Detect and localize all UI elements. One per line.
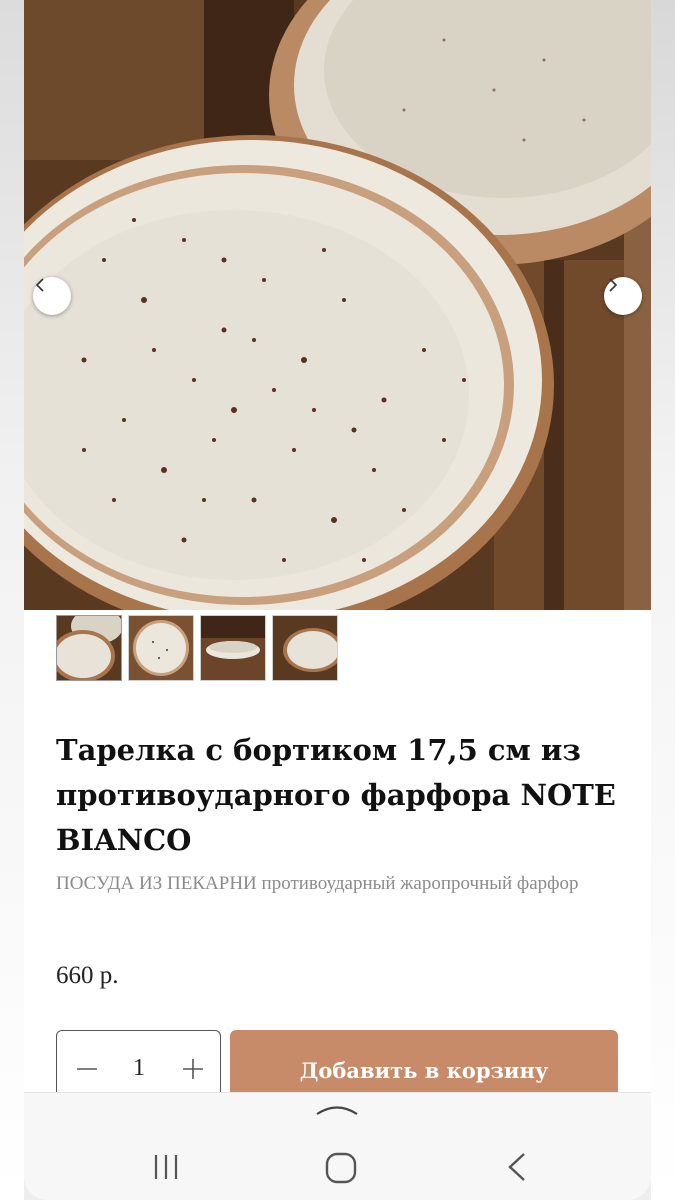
- product-title: Тарелка с бортиком 17,5 см из противоуда…: [56, 733, 616, 857]
- plus-icon[interactable]: [181, 1057, 205, 1081]
- screen-right-edge: [651, 0, 675, 1200]
- system-navigation-bar: [24, 1092, 651, 1200]
- product-subtitle: ПОСУДА ИЗ ПЕКАРНИ противоударный жаропро…: [56, 873, 579, 894]
- chevron-left-icon: [35, 278, 44, 292]
- previous-image-button[interactable]: [33, 277, 71, 315]
- back-icon[interactable]: [502, 1151, 532, 1183]
- thumbnail-4[interactable]: [272, 615, 338, 681]
- screen-left-edge: [0, 0, 24, 1200]
- product-page: Тарелка с бортиком 17,5 см из противоуда…: [24, 0, 651, 1200]
- chevron-up-icon[interactable]: [314, 1103, 360, 1117]
- product-price: 660 р.: [56, 962, 119, 989]
- thumbnail-2[interactable]: [128, 615, 194, 681]
- minus-icon[interactable]: [75, 1057, 99, 1081]
- thumbnail-3[interactable]: [200, 615, 266, 681]
- chevron-right-icon: [609, 278, 618, 292]
- recent-apps-icon[interactable]: [150, 1151, 182, 1183]
- thumbnail-strip: [56, 615, 338, 681]
- home-icon[interactable]: [324, 1151, 358, 1185]
- plate-photo: [24, 0, 651, 610]
- quantity-value[interactable]: 1: [117, 1055, 161, 1082]
- thumbnail-1[interactable]: [56, 615, 122, 681]
- product-image[interactable]: [24, 0, 651, 610]
- next-image-button[interactable]: [604, 277, 642, 315]
